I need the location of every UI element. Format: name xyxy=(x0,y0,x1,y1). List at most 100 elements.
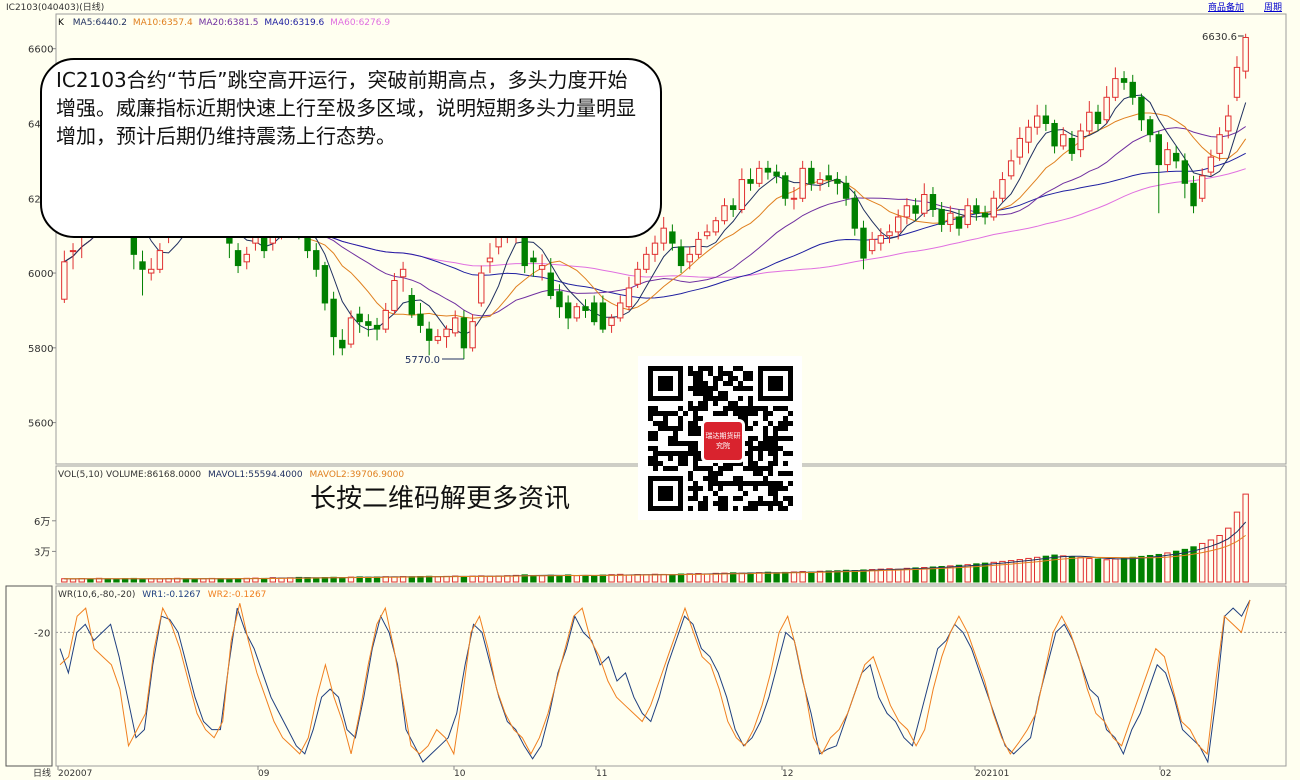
qr-module xyxy=(733,376,738,381)
volume-bar xyxy=(756,572,763,583)
qr-module xyxy=(653,431,658,436)
qr-module xyxy=(758,456,763,461)
qr-module xyxy=(698,401,703,406)
candle-body xyxy=(973,205,980,214)
qr-module xyxy=(733,476,738,481)
candle-body xyxy=(1103,96,1110,121)
candle-body xyxy=(703,231,711,237)
y-tick-label: 64 xyxy=(28,119,41,130)
qr-module xyxy=(663,451,668,456)
candle-body xyxy=(660,227,667,244)
qr-module xyxy=(788,436,793,441)
qr-module xyxy=(748,456,753,461)
volume-bar xyxy=(1112,558,1119,583)
qr-module xyxy=(668,456,673,461)
qr-module xyxy=(648,406,653,411)
wr-panel-frame xyxy=(55,585,1287,767)
qr-module xyxy=(678,416,683,421)
qr-module xyxy=(778,471,783,476)
qr-module xyxy=(753,471,758,476)
qr-module xyxy=(783,436,788,441)
low-marker-label: 5770.0 xyxy=(405,355,440,366)
qr-module xyxy=(743,371,748,376)
qr-module xyxy=(673,426,678,431)
volume-bar xyxy=(1129,556,1136,583)
candle-body xyxy=(469,321,476,349)
qr-module xyxy=(763,466,768,471)
qr-module xyxy=(778,421,783,426)
candle-body xyxy=(747,179,754,184)
qr-module xyxy=(698,501,703,506)
candle-body xyxy=(1060,134,1067,147)
qr-module xyxy=(718,471,723,476)
qr-module xyxy=(773,491,778,496)
qr-finder-core xyxy=(658,486,673,501)
volume-bar xyxy=(495,575,502,583)
qr-module xyxy=(768,481,773,486)
qr-module xyxy=(748,426,753,431)
qr-module xyxy=(783,471,788,476)
legend-ma10: MA10:6357.4 xyxy=(133,18,193,28)
candle-body xyxy=(782,175,789,199)
candle-body xyxy=(1138,96,1145,121)
candle-body xyxy=(834,179,841,184)
candle-body xyxy=(851,197,858,229)
candle-body xyxy=(1007,160,1015,177)
qr-module xyxy=(788,481,793,486)
qr-module xyxy=(708,486,713,491)
candle-body xyxy=(903,205,911,218)
qr-module xyxy=(733,406,738,411)
candle-body xyxy=(443,328,450,338)
qr-module xyxy=(673,441,678,446)
qr-module xyxy=(768,436,773,441)
volume-bar xyxy=(921,567,928,583)
qr-module xyxy=(688,446,693,451)
qr-module xyxy=(658,461,663,466)
qr-module xyxy=(753,461,758,466)
candle-body xyxy=(556,291,563,308)
qr-module xyxy=(723,501,728,506)
qr-module xyxy=(658,421,663,426)
volume-bar xyxy=(895,568,902,583)
qr-module xyxy=(788,411,793,416)
qr-module xyxy=(783,421,788,426)
volume-bar xyxy=(643,574,650,583)
qr-module xyxy=(783,426,788,431)
volume-bar xyxy=(1225,527,1232,583)
qr-module xyxy=(703,501,708,506)
volume-bar xyxy=(1233,511,1241,583)
volume-bar xyxy=(339,577,346,583)
volume-bar xyxy=(660,573,667,583)
qr-module xyxy=(733,411,738,416)
qr-module xyxy=(743,491,748,496)
qr-module xyxy=(728,371,733,376)
qr-module xyxy=(778,506,783,511)
candle-body xyxy=(313,250,320,270)
qr-module xyxy=(763,431,768,436)
candle-body xyxy=(547,272,554,296)
candle-body xyxy=(1190,182,1197,207)
qr-module xyxy=(743,506,748,511)
candle-body xyxy=(651,242,659,255)
qr-module xyxy=(703,406,708,411)
candle-body xyxy=(947,212,954,225)
qr-module xyxy=(758,496,763,501)
qr-module xyxy=(778,426,783,431)
candle-body xyxy=(139,261,146,270)
candle-body xyxy=(669,231,676,244)
candle-body xyxy=(1025,126,1032,143)
qr-module xyxy=(763,411,768,416)
qr-module xyxy=(773,431,778,436)
candle-body xyxy=(877,235,885,244)
qr-module xyxy=(713,376,718,381)
qr-module xyxy=(748,401,753,406)
candle-body xyxy=(234,250,242,267)
candle-body xyxy=(1216,134,1223,154)
qr-module xyxy=(723,466,728,471)
qr-module xyxy=(668,466,673,471)
qr-module xyxy=(663,421,668,426)
qr-module xyxy=(688,421,693,426)
volume-bar xyxy=(599,574,607,583)
volume-bar xyxy=(808,571,815,583)
candle-body xyxy=(1146,119,1154,136)
